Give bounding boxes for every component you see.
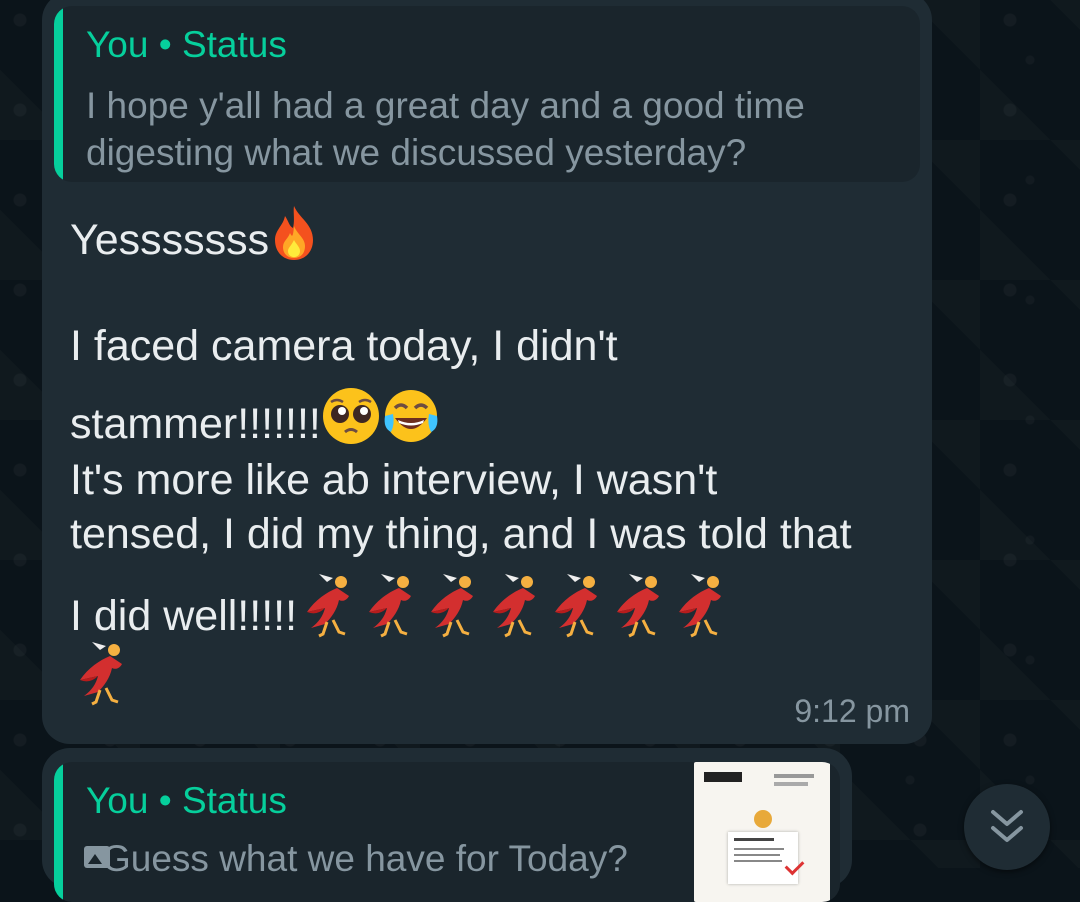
woman-dancing-emoji [307, 574, 350, 638]
woman-dancing-emoji [555, 574, 598, 638]
tears-of-joy-emoji [384, 390, 438, 442]
message-line-text: stammer!!!!!!! [70, 400, 321, 448]
quote-accent-bar [54, 762, 63, 902]
fire-emoji [275, 206, 314, 260]
quote-text: I hope y'all had a great day and a good … [86, 85, 805, 173]
message-line-5: tensed, I did my thing, and I was told t… [70, 510, 852, 558]
message-bubble[interactable]: You • Status I hope y'all had a great da… [42, 0, 932, 744]
pleading-face-emoji [322, 388, 379, 444]
woman-dancing-emoji [369, 574, 412, 638]
dancer-emoji-row [70, 642, 132, 708]
quoted-status-reply[interactable]: You • Status I hope y'all had a great da… [54, 6, 920, 182]
message-line-2: I faced camera today, I didn't [70, 322, 618, 370]
woman-dancing-emoji [80, 642, 122, 706]
message-line-1: Yesssssss [70, 204, 319, 265]
quote-text: Guess what we have for Today? [102, 838, 628, 879]
message-line-3: stammer!!!!!!! [70, 386, 441, 449]
woman-dancing-emoji [493, 574, 536, 638]
message-line-7 [70, 640, 132, 709]
quote-accent-bar [54, 6, 63, 182]
message-line-6: I did well!!!!! [70, 572, 731, 641]
message-bubble[interactable]: You • Status Guess what we have for Toda… [42, 748, 852, 902]
quote-sender: You • Status [86, 24, 287, 65]
message-time: 9:12 pm [794, 693, 910, 729]
status-thumbnail[interactable] [694, 762, 830, 902]
quoted-status-reply[interactable]: You • Status Guess what we have for Toda… [54, 762, 840, 902]
dancer-emoji-row [297, 574, 731, 640]
message-line-text: Yesssssss [70, 216, 270, 264]
woman-dancing-emoji [617, 574, 660, 638]
woman-dancing-emoji [431, 574, 474, 638]
scroll-to-bottom-button[interactable] [964, 784, 1050, 870]
woman-dancing-emoji [679, 574, 722, 638]
quote-sender: You • Status [86, 780, 287, 821]
message-line-text: I did well!!!!! [70, 592, 298, 640]
message-line-4: It's more like ab interview, I wasn't [70, 456, 718, 504]
double-chevron-down-icon [991, 810, 1023, 842]
